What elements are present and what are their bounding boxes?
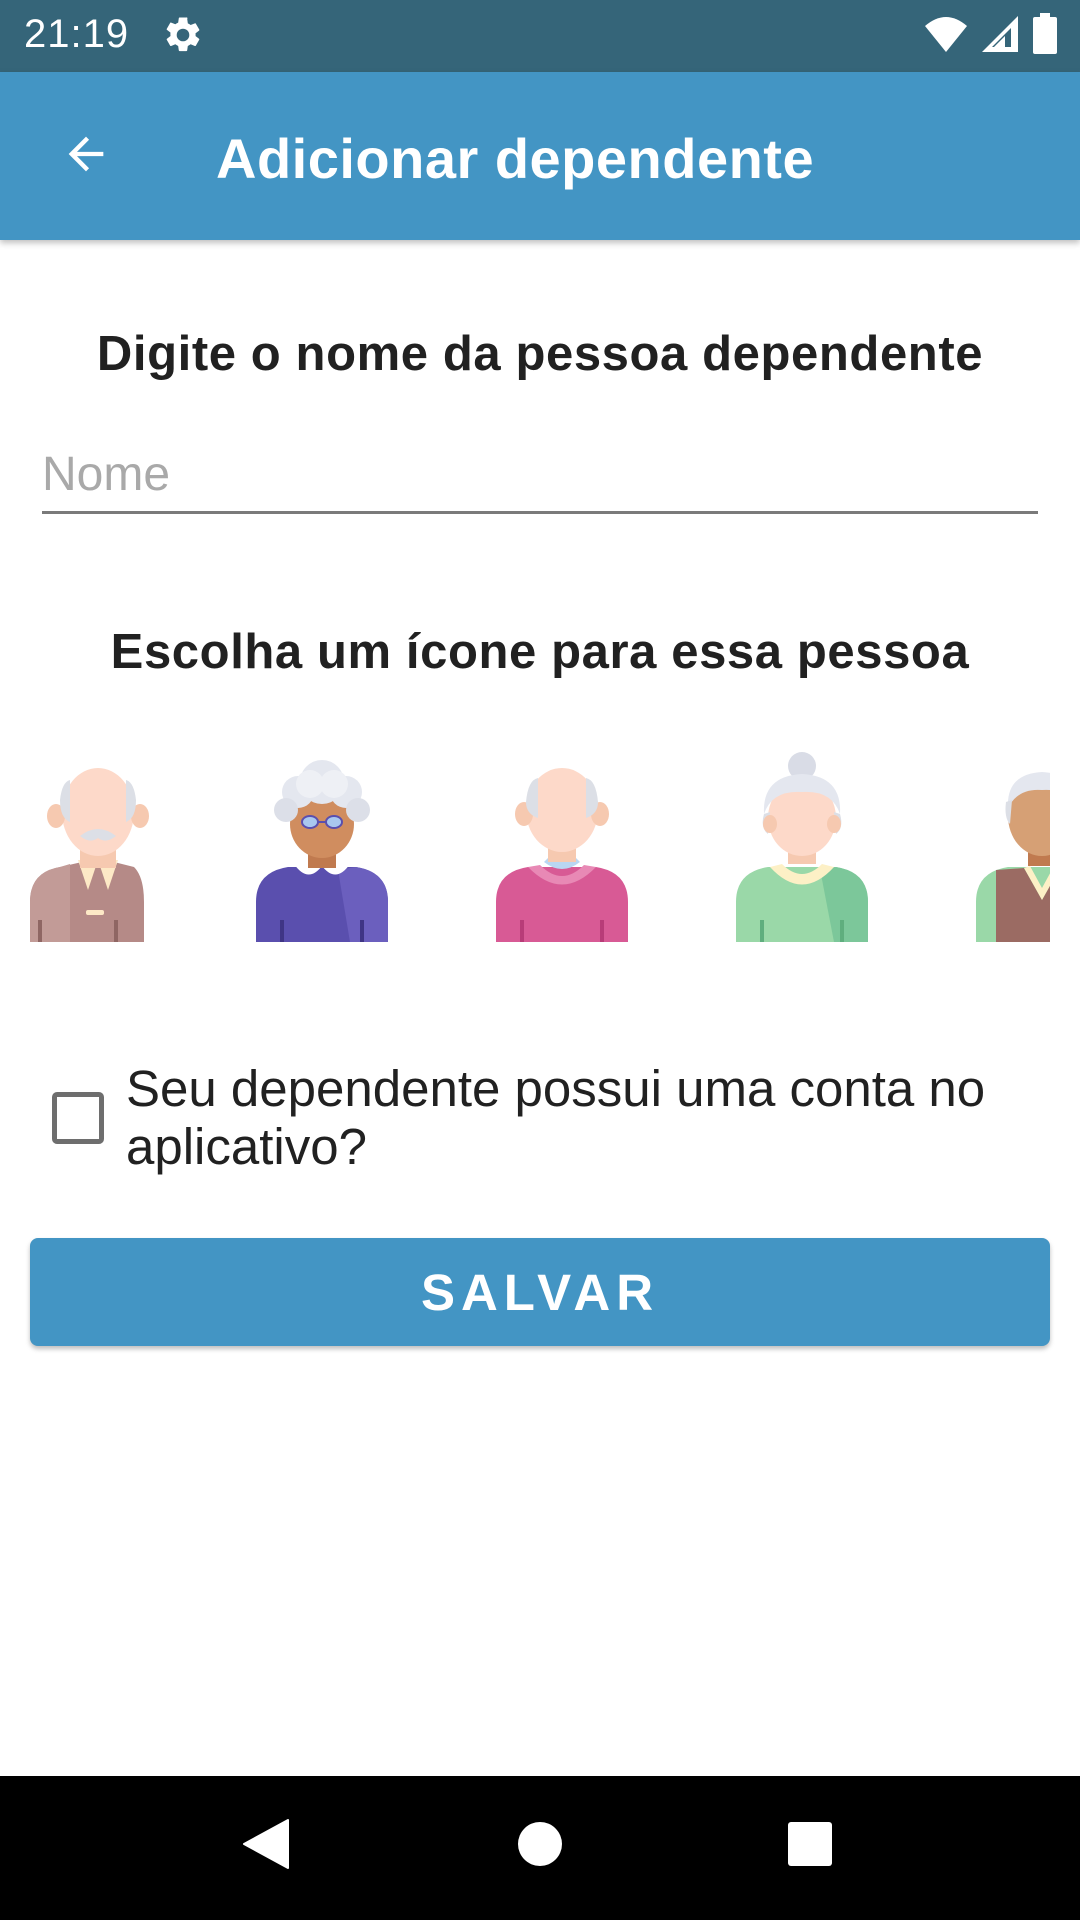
status-bar: 21:19	[0, 0, 1080, 72]
home-circle-icon	[517, 1821, 563, 1872]
avatar-option-2[interactable]	[254, 752, 390, 942]
nav-home-button[interactable]	[500, 1806, 580, 1886]
elderly-man-icon	[976, 772, 1050, 942]
nav-recents-button[interactable]	[770, 1806, 850, 1886]
has-account-row[interactable]: Seu dependente possui uma conta no aplic…	[48, 1060, 1038, 1180]
name-prompt: Digite o nome da pessoa dependente	[96, 327, 984, 381]
avatar-picker[interactable]	[30, 752, 1050, 944]
page-title: Adicionar dependente	[216, 127, 815, 190]
has-account-checkbox[interactable]	[52, 1092, 104, 1144]
elderly-woman-icon	[256, 760, 388, 942]
recents-square-icon	[787, 1821, 833, 1872]
status-icons	[924, 12, 1058, 60]
icon-prompt: Escolha um ícone para essa pessoa	[110, 625, 970, 679]
nav-back-button[interactable]	[226, 1806, 306, 1886]
navigation-bar	[0, 1776, 1080, 1920]
avatar-option-3[interactable]	[494, 752, 630, 942]
arrow-left-icon	[60, 128, 112, 185]
avatar-option-1[interactable]	[30, 752, 166, 942]
elderly-man-icon	[30, 768, 149, 942]
has-account-label: Seu dependente possui uma conta no aplic…	[126, 1060, 986, 1175]
gear-icon	[162, 14, 204, 56]
save-button[interactable]: SALVAR	[30, 1238, 1050, 1346]
name-input[interactable]	[42, 438, 1038, 514]
avatar-option-4[interactable]	[734, 752, 870, 942]
back-triangle-icon	[242, 1818, 290, 1875]
avatar-option-5[interactable]	[974, 752, 1050, 942]
status-time: 21:19	[24, 12, 130, 56]
app-bar: Adicionar dependente	[0, 72, 1080, 240]
cell-signal-icon	[980, 14, 1020, 59]
elderly-woman-icon	[736, 752, 868, 942]
elderly-person-icon	[496, 768, 628, 942]
battery-icon	[1032, 12, 1058, 60]
back-button[interactable]	[48, 118, 124, 194]
wifi-icon	[924, 14, 968, 59]
